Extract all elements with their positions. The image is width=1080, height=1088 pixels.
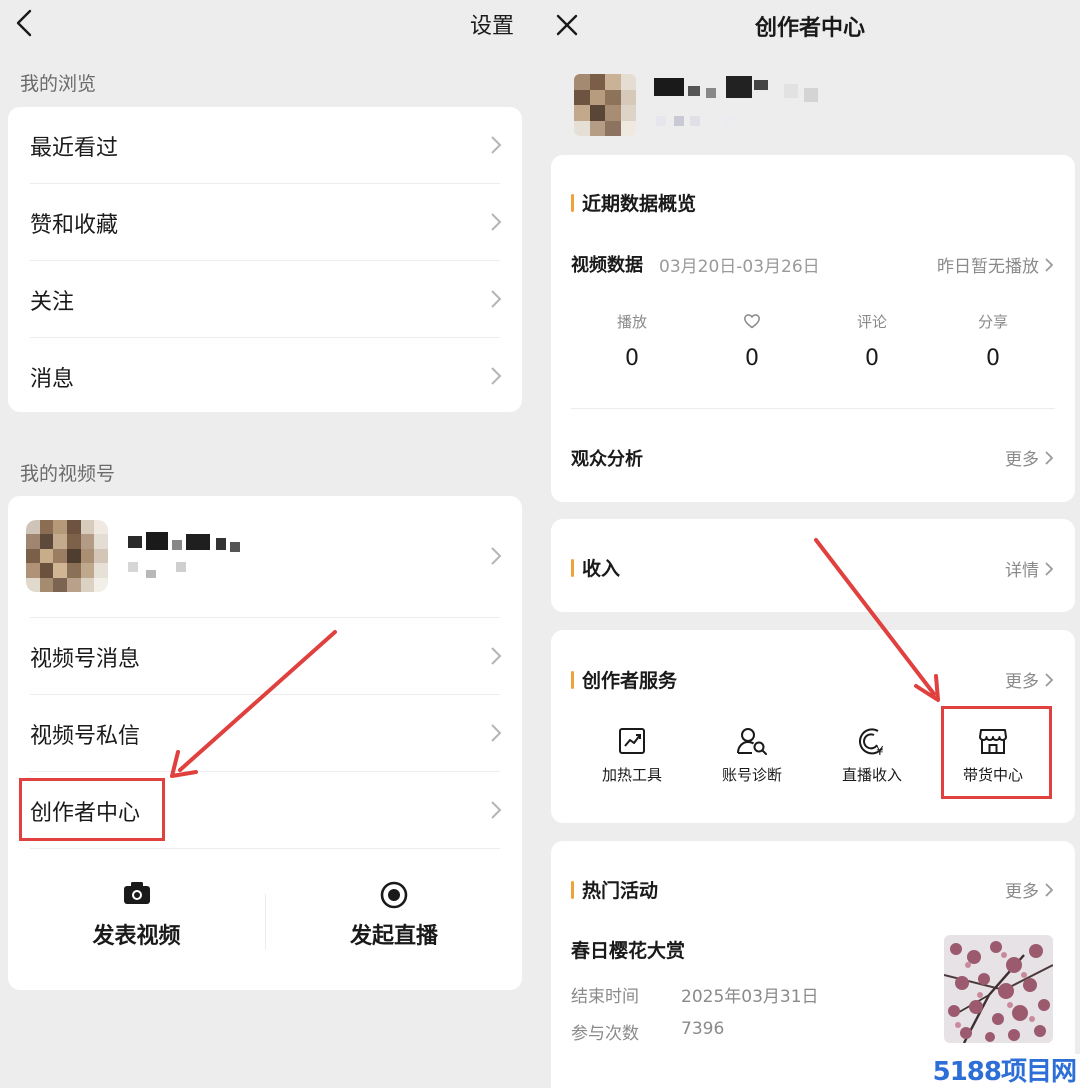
- row-label: 赞和收藏: [30, 212, 119, 238]
- event-count-value: 7396: [681, 1019, 725, 1039]
- event-end-label: 结束时间: [571, 987, 639, 1007]
- date-range: 03月20日-03月26日: [659, 257, 820, 277]
- stat-value-likes: 0: [745, 346, 759, 371]
- start-live-label: 发起直播: [349, 924, 438, 949]
- heart-icon: [744, 314, 760, 329]
- row-channel-private-messages[interactable]: 视频号私信: [8, 695, 522, 772]
- post-video-label: 发表视频: [92, 924, 181, 949]
- profile-id-pixelated: [656, 114, 736, 128]
- channel-name-pixelated: [128, 532, 248, 554]
- stat-label-plays: 播放: [616, 313, 647, 331]
- income-card[interactable]: 收入 详情: [551, 519, 1075, 612]
- chevron-right-icon: [1045, 882, 1053, 897]
- row-following[interactable]: 关注: [8, 261, 522, 338]
- events-title: 热门活动: [571, 876, 658, 903]
- stat-value-plays: 0: [625, 346, 639, 371]
- chevron-right-icon: [491, 367, 502, 385]
- chevron-right-icon: [491, 647, 502, 665]
- chevron-right-icon: [491, 547, 502, 565]
- service-live-income[interactable]: ¥ 直播收入: [822, 726, 922, 785]
- audience-analysis-label: 观众分析: [571, 449, 643, 470]
- settings-title: 设置: [470, 14, 515, 39]
- back-icon[interactable]: [10, 6, 40, 40]
- event-name[interactable]: 春日樱花大赏: [571, 936, 685, 963]
- service-heat-tools[interactable]: 加热工具: [582, 726, 682, 785]
- highlight-box-creator-center: [19, 778, 165, 841]
- row-label: 消息: [30, 366, 75, 392]
- watermark-logo: 5188项目网: [932, 1057, 1077, 1087]
- svg-text:¥: ¥: [876, 744, 884, 756]
- services-more-link[interactable]: 更多: [1005, 667, 1053, 692]
- overview-title: 近期数据概览: [571, 189, 696, 216]
- row-label: 视频号私信: [30, 723, 141, 749]
- profile-name-pixelated: [654, 74, 834, 104]
- live-record-icon: [380, 881, 408, 909]
- row-label: 最近看过: [30, 135, 119, 161]
- yesterday-note-link[interactable]: 昨日暂无播放: [937, 252, 1053, 277]
- avatar: [26, 520, 108, 592]
- income-title: 收入: [571, 554, 620, 581]
- highlight-box-sales-center: [941, 706, 1052, 799]
- row-recently-viewed[interactable]: 最近看过: [8, 107, 522, 184]
- browse-section-label: 我的浏览: [20, 73, 97, 95]
- chevron-right-icon: [1045, 450, 1053, 465]
- stat-label-shares: 分享: [977, 313, 1008, 331]
- event-count-label: 参与次数: [571, 1024, 639, 1044]
- post-video-button[interactable]: 发表视频: [8, 866, 265, 966]
- cherry-blossom-thumbnail[interactable]: [944, 935, 1053, 1043]
- row-messages[interactable]: 消息: [8, 338, 522, 415]
- chevron-right-icon: [491, 801, 502, 819]
- chevron-right-icon: [491, 724, 502, 742]
- user-search-icon: [737, 728, 767, 755]
- event-end-value: 2025年03月31日: [681, 987, 819, 1007]
- channel-id-pixelated: [128, 562, 198, 578]
- row-likes-favorites[interactable]: 赞和收藏: [8, 184, 522, 261]
- overview-card: 近期数据概览 视频数据 03月20日-03月26日 昨日暂无播放 播放 评论 分…: [551, 155, 1075, 502]
- yuan-coin-icon: ¥: [858, 728, 884, 756]
- browse-card: 最近看过 赞和收藏 关注 消息: [8, 107, 522, 412]
- row-label: 视频号消息: [30, 646, 141, 672]
- close-icon[interactable]: [554, 12, 580, 38]
- chevron-right-icon: [491, 213, 502, 231]
- service-account-diagnosis[interactable]: 账号诊断: [702, 726, 802, 785]
- creator-center-title: 创作者中心: [755, 16, 866, 41]
- start-live-button[interactable]: 发起直播: [266, 866, 522, 966]
- camera-icon: [123, 882, 150, 904]
- channel-section-label: 我的视频号: [20, 463, 116, 485]
- row-label: 关注: [30, 289, 75, 315]
- audience-more-link[interactable]: 更多: [1005, 445, 1053, 470]
- trend-chart-icon: [619, 728, 645, 754]
- stat-value-shares: 0: [986, 346, 1000, 371]
- avatar[interactable]: [574, 74, 636, 136]
- events-more-link[interactable]: 更多: [1005, 877, 1053, 902]
- stat-label-comments: 评论: [856, 313, 887, 331]
- chevron-right-icon: [491, 290, 502, 308]
- stat-value-comments: 0: [865, 346, 879, 371]
- chevron-right-icon: [1045, 561, 1053, 576]
- channel-card: 视频号消息 视频号私信 创作者中心 发表视频 发起直播: [8, 496, 522, 990]
- income-detail-link[interactable]: 详情: [1005, 556, 1053, 581]
- chevron-right-icon: [1045, 257, 1053, 272]
- channel-profile-row[interactable]: [8, 496, 522, 616]
- row-channel-messages[interactable]: 视频号消息: [8, 618, 522, 695]
- chevron-right-icon: [1045, 672, 1053, 687]
- video-data-label: 视频数据: [571, 255, 643, 276]
- chevron-right-icon: [491, 136, 502, 154]
- services-title: 创作者服务: [571, 666, 677, 693]
